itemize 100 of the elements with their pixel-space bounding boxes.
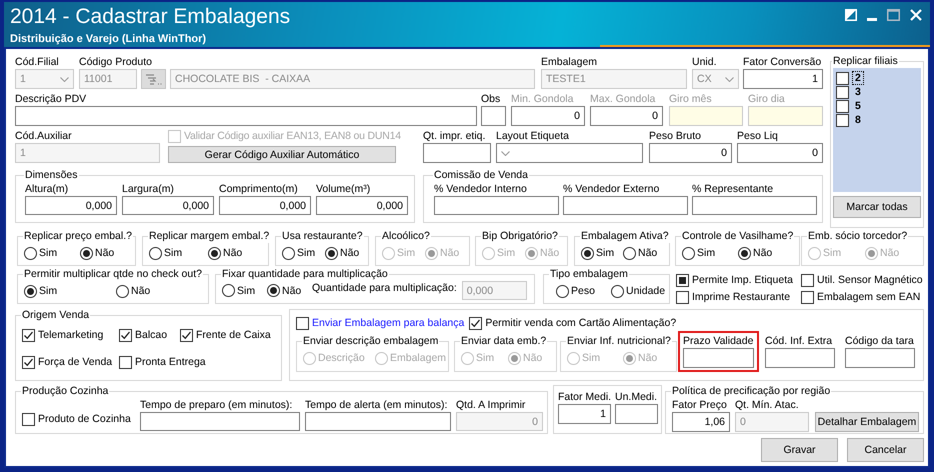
- radio-button[interactable]: Não: [208, 246, 267, 260]
- group-title: Embalagem Ativa?: [580, 230, 670, 243]
- radio-button[interactable]: Não: [116, 284, 208, 298]
- input-field[interactable]: 0: [590, 106, 663, 126]
- select-all-button[interactable]: Marcar todas: [833, 196, 921, 218]
- field-label: Layout Etiqueta: [496, 129, 569, 143]
- input-field[interactable]: [305, 412, 451, 431]
- input-field[interactable]: [748, 106, 823, 126]
- field-label: Altura(m): [25, 182, 68, 196]
- radio-button[interactable]: Não: [738, 246, 794, 260]
- input-field[interactable]: 0,000: [316, 196, 408, 215]
- input-field[interactable]: [692, 196, 817, 215]
- generate-code-button[interactable]: Gerar Código Auxiliar Automático: [168, 146, 396, 163]
- field-label: Min. Gondola: [511, 92, 574, 106]
- close-icon[interactable]: [910, 9, 922, 21]
- checkbox[interactable]: Imprime Restaurante: [676, 290, 790, 304]
- field-label: Peso Liq: [737, 129, 778, 143]
- dropdown[interactable]: [496, 143, 643, 163]
- checkbox[interactable]: Balcao: [119, 328, 168, 342]
- checkbox[interactable]: Telemarketing: [22, 328, 104, 342]
- checkbox[interactable]: Embalagem sem EAN: [801, 290, 920, 304]
- radio-button[interactable]: Não: [80, 246, 136, 260]
- checkbox[interactable]: Permitir venda com Cartão Alimentação?: [469, 316, 676, 330]
- group-title: Enviar descrição embalagem: [302, 335, 440, 348]
- group-title: Política de precificação por região: [671, 385, 832, 398]
- checkbox[interactable]: Força de Venda: [22, 355, 112, 369]
- field-label: Cód.Filial: [15, 55, 59, 69]
- field-label: Max. Gondola: [590, 92, 656, 106]
- group-title: Alcoólico?: [381, 230, 431, 243]
- field-label: Peso Bruto: [649, 129, 701, 143]
- lookup-button[interactable]: [141, 69, 166, 89]
- radio-button[interactable]: Unidade: [611, 284, 666, 298]
- radio-button[interactable]: Não: [623, 246, 665, 260]
- field-label: Obs: [481, 92, 500, 106]
- field-label: Código da tara: [845, 334, 914, 348]
- input-field[interactable]: 1: [558, 404, 611, 424]
- input-field[interactable]: [765, 348, 835, 368]
- input-field[interactable]: [669, 106, 743, 126]
- window-title: 2014 - Cadastrar Embalagens: [10, 4, 290, 30]
- radio-button[interactable]: Sim: [24, 284, 116, 298]
- input-field[interactable]: 0: [511, 106, 585, 126]
- radio-button[interactable]: Sim: [149, 246, 208, 260]
- radio-button[interactable]: Sim: [24, 246, 80, 260]
- group-title: Controle de Vasilhame?: [681, 230, 794, 243]
- maximize-icon[interactable]: [887, 9, 900, 21]
- checkmark-icon: [470, 318, 482, 328]
- input-field[interactable]: [140, 412, 300, 431]
- group-title: Tipo embalagem: [549, 268, 629, 281]
- window-subtitle: Distribuição e Varejo (Linha WinThor): [10, 33, 208, 45]
- checkbox[interactable]: 5: [836, 99, 864, 113]
- field-label: Largura(m): [122, 182, 174, 196]
- input-field[interactable]: [434, 196, 559, 215]
- radio-button[interactable]: Sim: [222, 284, 267, 298]
- input-field[interactable]: [683, 348, 754, 368]
- field-label: Unid.: [692, 55, 717, 69]
- detail-button[interactable]: Detalhar Embalagem: [815, 412, 919, 432]
- snap-icon[interactable]: [845, 9, 857, 21]
- checkbox[interactable]: Enviar Embalagem para balança: [296, 316, 464, 330]
- checkmark-icon: [23, 356, 34, 368]
- checkmark-icon: [181, 330, 192, 340]
- group-title: Produção Cozinha: [21, 385, 110, 398]
- input-field[interactable]: [15, 106, 477, 126]
- group-title: Enviar Inf. nutricional?: [566, 335, 672, 348]
- save-button[interactable]: Gravar: [761, 438, 838, 462]
- radio-button[interactable]: Sim: [282, 246, 325, 260]
- input-field[interactable]: 0,000: [219, 196, 311, 215]
- input-field[interactable]: 0,000: [25, 196, 117, 215]
- checkmark-icon: [120, 330, 131, 340]
- field-label: Quantidade para multiplicação:: [312, 281, 457, 295]
- field-label: Cód.Auxiliar: [15, 129, 72, 143]
- input-field[interactable]: [615, 404, 658, 424]
- radio-button[interactable]: Sim: [682, 246, 738, 260]
- input-field[interactable]: 0: [649, 143, 732, 163]
- radio-button[interactable]: Não: [267, 284, 312, 298]
- input-field[interactable]: [481, 106, 506, 126]
- checkbox[interactable]: 8: [836, 113, 864, 127]
- checkbox[interactable]: Pronta Entrega: [119, 355, 206, 369]
- field-label: Tempo de preparo (em minutos):: [140, 398, 292, 412]
- checkbox[interactable]: 3: [836, 85, 864, 99]
- checkbox[interactable]: Permite Imp. Etiqueta: [676, 273, 793, 287]
- group-title: Comissão de Venda: [433, 169, 529, 182]
- input-field[interactable]: 0: [737, 143, 823, 163]
- chevron-down-icon: [60, 76, 69, 82]
- radio-button[interactable]: Não: [325, 246, 368, 260]
- input-field[interactable]: 1: [743, 69, 823, 89]
- checkbox[interactable]: 2: [836, 71, 864, 85]
- input-field[interactable]: 0,000: [122, 196, 214, 215]
- checkbox[interactable]: Frente de Caixa: [180, 328, 271, 342]
- group-title: Dimensões: [24, 169, 79, 182]
- checkbox[interactable]: Produto de Cozinha: [22, 412, 131, 426]
- input-field[interactable]: [845, 348, 915, 368]
- checkbox[interactable]: Util. Sensor Magnético: [801, 273, 923, 287]
- radio-button[interactable]: Peso: [556, 284, 611, 298]
- input-field[interactable]: 1,06: [672, 412, 730, 432]
- radio-button[interactable]: Sim: [581, 246, 623, 260]
- field-label: Fator Preço: [672, 398, 727, 412]
- input-field[interactable]: [563, 196, 688, 215]
- input-field[interactable]: [423, 143, 491, 163]
- cancel-button[interactable]: Cancelar: [847, 438, 924, 462]
- field-label: Prazo Validade: [683, 334, 754, 348]
